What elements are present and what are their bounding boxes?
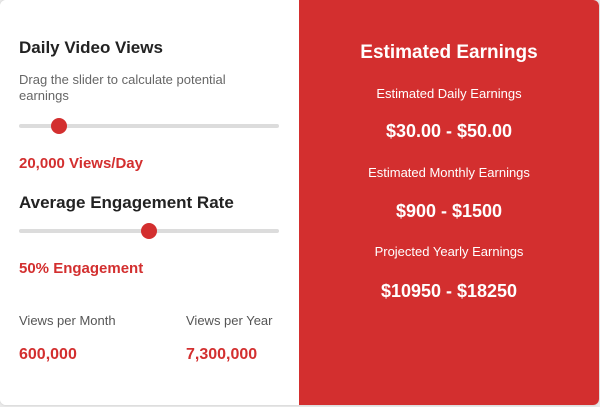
- daily-earnings-value: $30.00 - $50.00: [385, 121, 513, 141]
- daily-views-slider[interactable]: [19, 118, 279, 134]
- slider-hint: Drag the slider to calculate potential e…: [19, 72, 226, 103]
- views-per-year-label: Views per Year: [186, 313, 273, 328]
- earnings-panel: Estimated Earnings Estimated Daily Earni…: [299, 0, 599, 405]
- monthly-earnings-label: Estimated Monthly Earnings: [368, 165, 530, 180]
- views-per-month-label: Views per Month: [19, 313, 116, 328]
- input-panel: Daily Video Views Drag the slider to cal…: [0, 0, 299, 405]
- slider-thumb[interactable]: [51, 118, 68, 134]
- earnings-calculator-card: Daily Video Views Drag the slider to cal…: [0, 0, 599, 405]
- engagement-rate-heading: Average Engagement Rate: [19, 193, 234, 212]
- engagement-rate-value: 50% Engagement: [19, 260, 144, 277]
- earnings-title: Estimated Earnings: [360, 42, 538, 63]
- engagement-rate-slider[interactable]: [19, 223, 279, 239]
- monthly-earnings-value: $900 - $1500: [395, 201, 503, 221]
- slider-thumb[interactable]: [141, 223, 157, 239]
- views-per-month-value: 600,000: [19, 346, 77, 363]
- daily-views-heading: Daily Video Views: [19, 38, 163, 57]
- views-per-year-value: 7,300,000: [186, 346, 258, 363]
- yearly-earnings-value: $10950 - $18250: [380, 281, 518, 301]
- yearly-earnings-label: Projected Yearly Earnings: [374, 244, 524, 259]
- daily-earnings-label: Estimated Daily Earnings: [376, 86, 522, 101]
- daily-views-value: 20,000 Views/Day: [19, 155, 143, 172]
